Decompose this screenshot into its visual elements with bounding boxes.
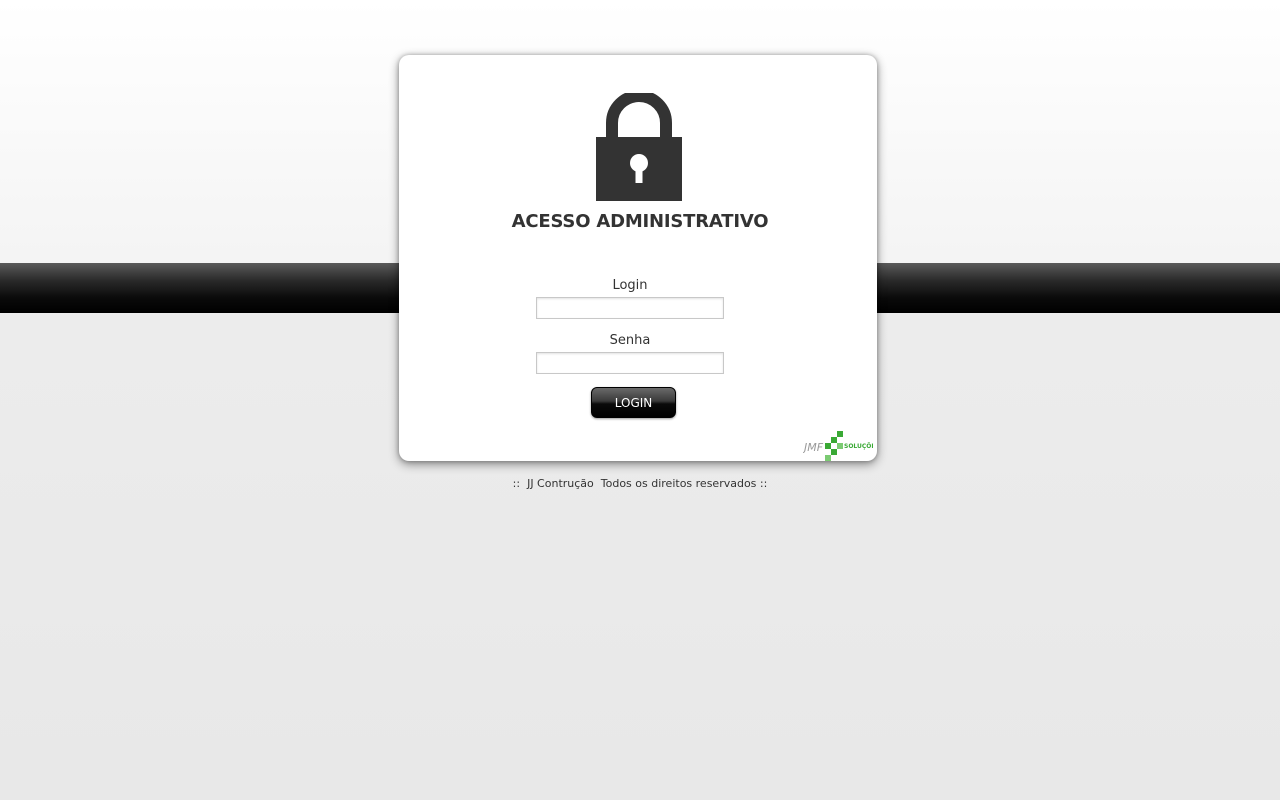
jmf-solucoes-logo[interactable]: JMF SOLUÇÕES	[803, 431, 873, 461]
login-button[interactable]: LOGIN	[591, 387, 676, 418]
senha-label: Senha	[609, 333, 651, 348]
page-title: ACESSO ADMINISTRATIVO	[511, 211, 769, 232]
senha-input[interactable]	[536, 352, 724, 374]
login-input[interactable]	[536, 297, 724, 319]
login-panel: ACESSO ADMINISTRATIVO Login Senha LOGIN …	[399, 55, 877, 461]
login-label: Login	[612, 278, 648, 293]
svg-text:SOLUÇÕES: SOLUÇÕES	[844, 443, 873, 450]
footer-copyright: :: JJ Contrução Todos os direitos reserv…	[512, 477, 768, 490]
lock-icon	[596, 93, 682, 201]
svg-text:JMF: JMF	[803, 441, 824, 454]
